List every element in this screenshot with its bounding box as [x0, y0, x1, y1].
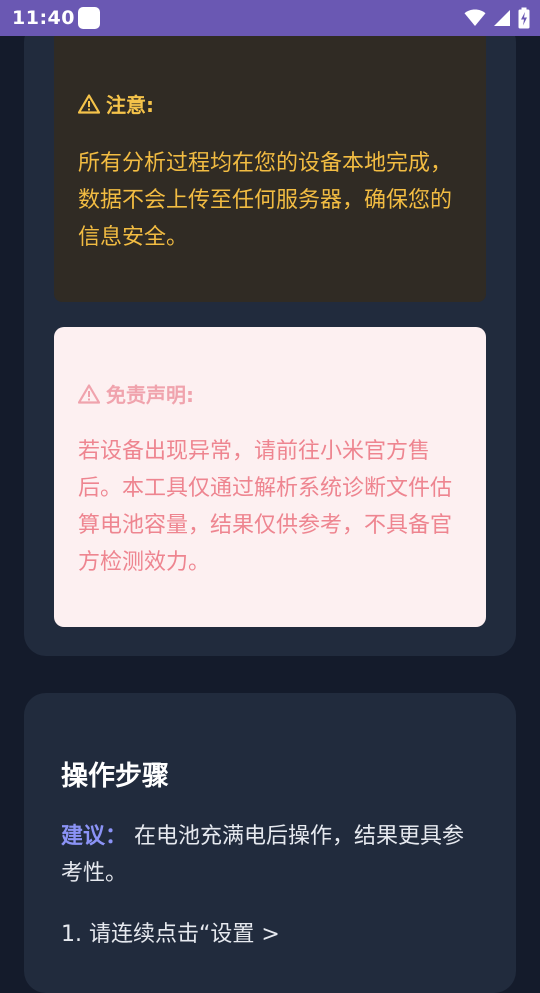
signal-icon	[494, 10, 510, 26]
warning-icon	[78, 383, 100, 404]
steps-title: 操作步骤	[61, 761, 169, 792]
disclaimer-text: 若设备出现异常，请前往小米官方售后。本工具仅通过解析系统诊断文件估算电池容量，结…	[78, 439, 453, 575]
status-time: 11:40	[12, 7, 75, 29]
step-1-text: 1. 请连续点击“设置 >	[61, 922, 280, 947]
status-icons	[464, 7, 530, 29]
disclaimer-title-text: 免责声明:	[106, 383, 194, 407]
suggestion-label: 建议：	[61, 824, 128, 849]
notification-icon	[78, 7, 100, 29]
suggestion-text: 建议： 在电池充满电后操作，结果更具参考性。	[61, 818, 481, 892]
notice-title-text: 注意:	[106, 93, 154, 117]
battery-charging-icon	[518, 7, 530, 29]
notice-title: 注意:	[78, 89, 154, 118]
disclaimer-title: 免责声明:	[78, 379, 194, 408]
notice-text: 所有分析过程均在您的设备本地完成，数据不会上传至任何服务器，确保您的信息安全。	[78, 151, 453, 250]
wifi-icon	[464, 9, 486, 26]
status-bar: 11:40	[0, 0, 540, 36]
warning-icon	[78, 93, 100, 114]
